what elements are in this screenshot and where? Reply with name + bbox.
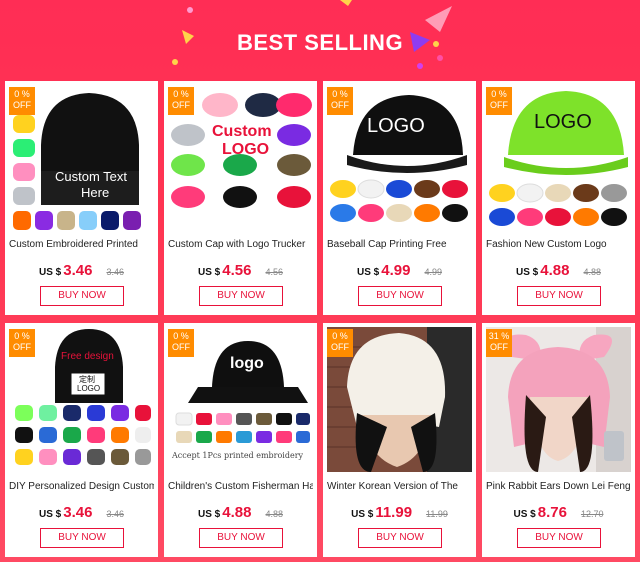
image-caption: Free design	[61, 351, 114, 362]
page-title: BEST SELLING	[236, 30, 404, 55]
old-price: 4.88	[583, 267, 601, 277]
price: 4.88	[222, 504, 252, 521]
image-caption: Accept 1Pcs printed embroidery	[172, 451, 304, 460]
old-price: 3.46	[106, 267, 124, 277]
price-row: US $3.46 3.46	[5, 262, 158, 280]
currency: US $	[516, 267, 539, 278]
price-row: US $4.56 4.56	[164, 262, 317, 280]
price: 3.46	[63, 504, 93, 521]
product-title[interactable]: Pink Rabbit Ears Down Lei Feng	[486, 481, 631, 492]
discount-badge: 0 % OFF	[327, 329, 353, 357]
image-caption: logo	[230, 355, 264, 372]
banner: BEST SELLING	[0, 0, 640, 80]
product-title[interactable]: Custom Cap with Logo Trucker	[168, 239, 313, 250]
price: 4.99	[381, 262, 411, 279]
old-price: 3.46	[106, 509, 124, 519]
price: 3.46	[63, 262, 93, 279]
price-row: US $4.88 4.88	[482, 262, 635, 280]
old-price: 4.88	[265, 509, 283, 519]
product-title[interactable]: Custom Embroidered Printed	[9, 239, 154, 250]
old-price: 4.56	[265, 267, 283, 277]
product-title[interactable]: Winter Korean Version of The	[327, 481, 472, 492]
price-row: US $4.88 4.88	[164, 504, 317, 522]
currency: US $	[198, 267, 221, 278]
buy-now-button[interactable]: BUY NOW	[40, 286, 124, 306]
product-title[interactable]: DIY Personalized Design Custom	[9, 481, 154, 492]
image-caption: LOGO	[222, 141, 270, 158]
old-price: 4.99	[424, 267, 442, 277]
product-card[interactable]: 0 % OFF Winter Korean Version of The US $…	[323, 323, 476, 557]
product-grid: 0 % OFF Custom Text Here Custom Embroide…	[5, 81, 635, 557]
product-card[interactable]: 0 % OFF	[5, 323, 158, 557]
currency: US $	[357, 267, 380, 278]
discount-badge: 0 % OFF	[9, 329, 35, 357]
image-caption: Custom Text	[55, 169, 128, 184]
product-title[interactable]: Fashion New Custom Logo	[486, 239, 631, 250]
currency: US $	[513, 509, 536, 520]
product-card[interactable]: 0 % OFF LOGO	[323, 81, 476, 315]
discount-badge: 0 % OFF	[486, 87, 512, 115]
image-caption: Here	[81, 185, 110, 200]
buy-now-button[interactable]: BUY NOW	[517, 528, 601, 548]
price-row: US $8.76 12.70	[482, 504, 635, 522]
product-card[interactable]: 31 % OFF Pink Rabbit Ears Down Lei Feng U…	[482, 323, 635, 557]
image-caption: LOGO	[77, 384, 101, 393]
currency: US $	[39, 509, 62, 520]
discount-badge: 0 % OFF	[168, 329, 194, 357]
price: 8.76	[537, 504, 567, 521]
product-title[interactable]: Baseball Cap Printing Free	[327, 239, 472, 250]
discount-badge: 0 % OFF	[168, 87, 194, 115]
currency: US $	[351, 509, 374, 520]
buy-now-button[interactable]: BUY NOW	[199, 286, 283, 306]
product-card[interactable]: 0 % OFF LOGO	[482, 81, 635, 315]
image-caption: Custom	[212, 123, 272, 140]
price-row: US $11.99 11.99	[323, 504, 476, 522]
price: 11.99	[375, 504, 413, 521]
old-price: 11.99	[426, 509, 448, 519]
price-row: US $4.99 4.99	[323, 262, 476, 280]
currency: US $	[39, 267, 62, 278]
buy-now-button[interactable]: BUY NOW	[199, 528, 283, 548]
discount-badge: 31 % OFF	[486, 329, 512, 357]
price: 4.88	[540, 262, 570, 279]
buy-now-button[interactable]: BUY NOW	[358, 528, 442, 548]
discount-badge: 0 % OFF	[327, 87, 353, 115]
product-card[interactable]: 0 % OFF Custom LOGO Custom Cap with Logo…	[164, 81, 317, 315]
image-caption: LOGO	[534, 111, 592, 133]
discount-badge: 0 % OFF	[9, 87, 35, 115]
product-card[interactable]: 0 % OFF	[164, 323, 317, 557]
product-title[interactable]: Children's Custom Fisherman Hat	[168, 481, 313, 492]
currency: US $	[198, 509, 221, 520]
buy-now-button[interactable]: BUY NOW	[40, 528, 124, 548]
old-price: 12.70	[580, 509, 604, 519]
price: 4.56	[222, 262, 252, 279]
buy-now-button[interactable]: BUY NOW	[517, 286, 601, 306]
product-card[interactable]: 0 % OFF Custom Text Here Custom Embroide…	[5, 81, 158, 315]
price-row: US $3.46 3.46	[5, 504, 158, 522]
buy-now-button[interactable]: BUY NOW	[358, 286, 442, 306]
image-caption: LOGO	[367, 115, 425, 137]
